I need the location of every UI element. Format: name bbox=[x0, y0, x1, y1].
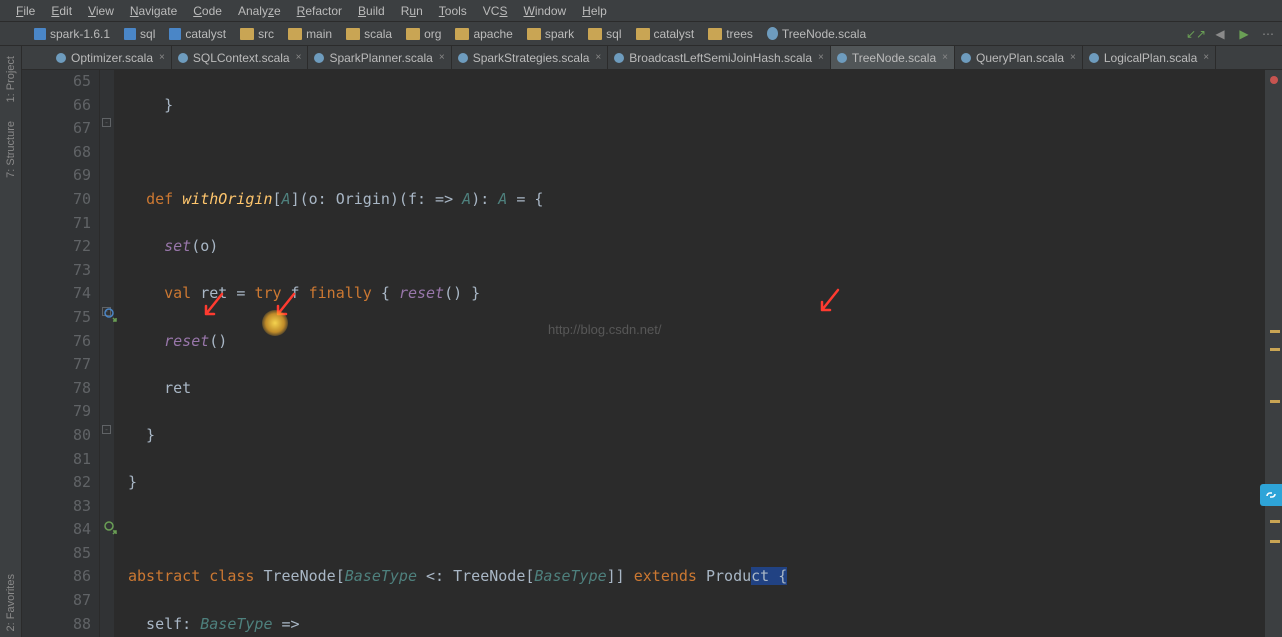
tab-broadcast[interactable]: BroadcastLeftSemiJoinHash.scala× bbox=[608, 46, 831, 69]
branch-icon[interactable]: ↙↗ bbox=[1188, 26, 1204, 42]
fold-toggle-icon[interactable]: - bbox=[102, 118, 111, 127]
crumb-trees[interactable]: trees bbox=[702, 25, 759, 43]
menu-view[interactable]: View bbox=[80, 2, 122, 20]
code-content[interactable]: } def withOrigin[A](o: Origin)(f: => A):… bbox=[114, 70, 1264, 637]
module-icon bbox=[34, 28, 46, 40]
crumb-apache[interactable]: apache bbox=[449, 25, 518, 43]
left-tool-strip: 1: Project 7: Structure 2: Favorites bbox=[0, 46, 22, 637]
folder-icon bbox=[288, 28, 302, 40]
close-icon[interactable]: × bbox=[595, 52, 601, 63]
run-icon[interactable]: ▶ bbox=[1236, 26, 1252, 42]
menu-window[interactable]: Window bbox=[515, 2, 574, 20]
close-icon[interactable]: × bbox=[296, 52, 302, 63]
menu-navigate[interactable]: Navigate bbox=[122, 2, 185, 20]
tab-treenode[interactable]: TreeNode.scala× bbox=[831, 46, 955, 69]
menu-tools[interactable]: Tools bbox=[431, 2, 475, 20]
side-tool-badge[interactable] bbox=[1260, 484, 1282, 506]
editor-scrollbar[interactable] bbox=[1264, 70, 1282, 637]
scala-file-icon bbox=[614, 53, 624, 63]
folder-icon bbox=[406, 28, 420, 40]
scala-file-icon bbox=[458, 53, 468, 63]
crumb-scala[interactable]: scala bbox=[340, 25, 398, 43]
folder-icon bbox=[708, 28, 722, 40]
folder-icon bbox=[636, 28, 650, 40]
tab-queryplan[interactable]: QueryPlan.scala× bbox=[955, 46, 1083, 69]
tab-optimizer[interactable]: Optimizer.scala× bbox=[50, 46, 172, 69]
override-up-icon[interactable] bbox=[104, 521, 118, 535]
link-icon bbox=[1264, 488, 1278, 502]
scala-file-icon bbox=[961, 53, 971, 63]
toolwindow-project[interactable]: 1: Project bbox=[5, 50, 17, 109]
crumb-catalyst[interactable]: catalyst bbox=[163, 25, 232, 43]
tab-sqlcontext[interactable]: SQLContext.scala× bbox=[172, 46, 309, 69]
folder-icon bbox=[240, 28, 254, 40]
tab-logicalplan[interactable]: LogicalPlan.scala× bbox=[1083, 46, 1216, 69]
editor-tabs: Optimizer.scala× SQLContext.scala× Spark… bbox=[0, 46, 1282, 70]
module-icon bbox=[169, 28, 181, 40]
close-icon[interactable]: × bbox=[439, 52, 445, 63]
menu-vcs[interactable]: VCS bbox=[475, 2, 516, 20]
close-icon[interactable]: × bbox=[1203, 52, 1209, 63]
scala-file-icon bbox=[1089, 53, 1099, 63]
crumb-org[interactable]: org bbox=[400, 25, 447, 43]
toolwindow-structure[interactable]: 7: Structure bbox=[5, 115, 17, 184]
menu-code[interactable]: Code bbox=[185, 2, 230, 20]
menu-run[interactable]: Run bbox=[393, 2, 431, 20]
tab-sparkstrategies[interactable]: SparkStrategies.scala× bbox=[452, 46, 609, 69]
warning-marker-icon bbox=[1270, 400, 1280, 403]
scala-file-icon bbox=[178, 53, 188, 63]
menu-refactor[interactable]: Refactor bbox=[289, 2, 350, 20]
close-icon[interactable]: × bbox=[1070, 52, 1076, 63]
warning-marker-icon bbox=[1270, 540, 1280, 543]
menu-bar: File Edit View Navigate Code Analyze Ref… bbox=[0, 0, 1282, 22]
menu-analyze[interactable]: Analyze bbox=[230, 2, 289, 20]
menu-file[interactable]: File bbox=[8, 2, 43, 20]
crumb-spark[interactable]: spark-1.6.1 bbox=[28, 25, 116, 43]
scala-file-icon bbox=[767, 27, 778, 40]
back-icon[interactable]: ◀ bbox=[1212, 26, 1228, 42]
warning-marker-icon bbox=[1270, 330, 1280, 333]
warning-marker-icon bbox=[1270, 348, 1280, 351]
folder-icon bbox=[346, 28, 360, 40]
crumb-sql[interactable]: sql bbox=[118, 25, 161, 43]
crumb-main[interactable]: main bbox=[282, 25, 338, 43]
error-marker-icon bbox=[1270, 76, 1278, 84]
crumb-spark2[interactable]: spark bbox=[521, 25, 580, 43]
navbar-right-tools: ↙↗ ◀ ▶ ⋯ bbox=[1188, 26, 1276, 42]
warning-marker-icon bbox=[1270, 520, 1280, 523]
menu-help[interactable]: Help bbox=[574, 2, 615, 20]
close-icon[interactable]: × bbox=[942, 52, 948, 63]
override-down-icon[interactable] bbox=[104, 308, 118, 322]
scala-file-icon bbox=[837, 53, 847, 63]
crumb-catalyst2[interactable]: catalyst bbox=[630, 25, 701, 43]
crumb-sql2[interactable]: sql bbox=[582, 25, 627, 43]
more-icon[interactable]: ⋯ bbox=[1260, 26, 1276, 42]
gutter-background bbox=[22, 70, 50, 637]
fold-gutter: - - - bbox=[100, 70, 114, 637]
module-icon bbox=[124, 28, 136, 40]
folder-icon bbox=[588, 28, 602, 40]
menu-build[interactable]: Build bbox=[350, 2, 393, 20]
folder-icon bbox=[455, 28, 469, 40]
crumb-file[interactable]: TreeNode.scala bbox=[761, 25, 872, 43]
scala-file-icon bbox=[314, 53, 324, 63]
line-number-gutter: 65666768 69707172 73747576 77787980 8182… bbox=[50, 70, 100, 637]
toolwindow-favorites[interactable]: 2: Favorites bbox=[5, 568, 17, 637]
scala-file-icon bbox=[56, 53, 66, 63]
code-editor[interactable]: 65666768 69707172 73747576 77787980 8182… bbox=[50, 70, 1264, 637]
crumb-src[interactable]: src bbox=[234, 25, 280, 43]
breadcrumb-bar: spark-1.6.1 sql catalyst src main scala … bbox=[0, 22, 1282, 46]
folder-icon bbox=[527, 28, 541, 40]
close-icon[interactable]: × bbox=[818, 52, 824, 63]
menu-edit[interactable]: Edit bbox=[43, 2, 80, 20]
tab-sparkplanner[interactable]: SparkPlanner.scala× bbox=[308, 46, 451, 69]
close-icon[interactable]: × bbox=[159, 52, 165, 63]
fold-toggle-icon[interactable]: - bbox=[102, 425, 111, 434]
